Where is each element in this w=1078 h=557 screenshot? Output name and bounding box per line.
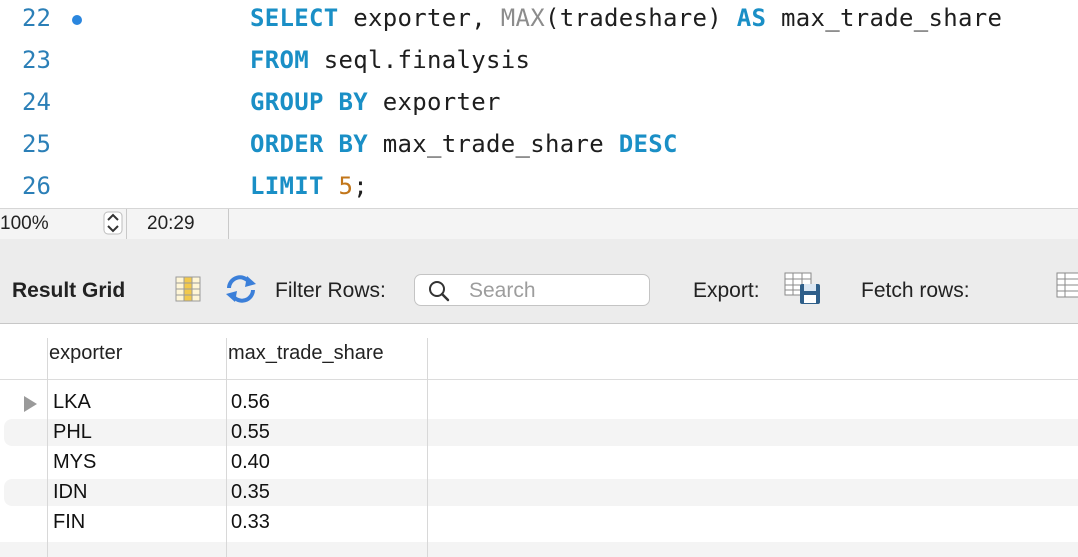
line-number: 26 xyxy=(22,172,51,200)
result-grid-tab[interactable]: Result Grid xyxy=(12,279,125,303)
line-number: 23 xyxy=(22,46,51,74)
column-divider[interactable] xyxy=(47,338,48,557)
table-row[interactable]: PHL 0.55 xyxy=(0,418,1078,448)
sql-number: 5 xyxy=(338,172,354,200)
new-row-placeholder[interactable] xyxy=(0,542,1078,557)
code-line[interactable]: 25 ORDER BY max_trade_share DESC xyxy=(0,126,1078,168)
column-divider[interactable] xyxy=(226,338,227,557)
refresh-icon[interactable] xyxy=(223,274,259,304)
sql-keyword: DESC xyxy=(618,130,678,158)
editor-status-bar: 100% 20:29 xyxy=(0,208,1078,240)
sql-text: ; xyxy=(353,172,368,200)
sql-text: exporter, xyxy=(338,4,501,32)
sql-keyword: ORDER BY xyxy=(250,130,368,158)
cell-exporter[interactable]: IDN xyxy=(53,481,87,504)
status-divider xyxy=(126,209,127,239)
current-row-arrow-icon xyxy=(24,396,37,412)
export-icon[interactable] xyxy=(784,272,822,306)
sql-keyword: GROUP BY xyxy=(250,88,368,116)
table-row[interactable]: LKA 0.56 xyxy=(0,388,1078,418)
zoom-stepper-icon[interactable] xyxy=(103,211,123,235)
filter-rows-label: Filter Rows: xyxy=(275,279,386,302)
column-divider[interactable] xyxy=(427,338,428,557)
breakpoint-dot-icon[interactable] xyxy=(72,15,82,25)
cell-max-trade-share[interactable]: 0.55 xyxy=(231,421,270,444)
cell-exporter[interactable]: FIN xyxy=(53,511,85,534)
table-row[interactable]: MYS 0.40 xyxy=(0,448,1078,478)
code-line[interactable]: 23 FROM seql.finalysis xyxy=(0,42,1078,84)
sql-text: exporter xyxy=(368,88,501,116)
code-line[interactable]: 26 LIMIT 5; xyxy=(0,168,1078,210)
code-line[interactable]: 24 GROUP BY exporter xyxy=(0,84,1078,126)
sql-keyword: AS xyxy=(736,4,767,32)
grid-layout-icon[interactable] xyxy=(174,275,202,303)
filter-search-input[interactable] xyxy=(467,278,647,304)
row-stripe xyxy=(4,419,1078,446)
code-line[interactable]: 22 SELECT exporter, MAX(tradeshare) AS m… xyxy=(0,0,1078,42)
filter-search-box[interactable] xyxy=(414,274,650,306)
sql-keyword: SELECT xyxy=(250,4,339,32)
cell-max-trade-share[interactable]: 0.33 xyxy=(231,511,270,534)
cell-max-trade-share[interactable]: 0.35 xyxy=(231,481,270,504)
sql-text: seql.finalysis xyxy=(309,46,531,74)
result-grid[interactable]: exporter max_trade_share LKA 0.56 PHL 0.… xyxy=(0,324,1078,557)
cell-max-trade-share[interactable]: 0.56 xyxy=(231,391,270,414)
sql-text: max_trade_share xyxy=(766,4,1003,32)
sql-keyword: LIMIT xyxy=(250,172,324,200)
code-text: FROM seql.finalysis xyxy=(250,46,530,74)
column-header-max-trade-share[interactable]: max_trade_share xyxy=(228,342,384,365)
table-row[interactable]: IDN 0.35 xyxy=(0,478,1078,508)
fetch-rows-icon[interactable] xyxy=(1056,272,1078,300)
cell-max-trade-share[interactable]: 0.40 xyxy=(231,451,270,474)
export-label: Export: xyxy=(693,279,760,302)
sql-text: (tradeshare) xyxy=(545,4,737,32)
code-text: GROUP BY exporter xyxy=(250,88,501,116)
sql-editor[interactable]: 22 SELECT exporter, MAX(tradeshare) AS m… xyxy=(0,0,1078,208)
column-header-exporter[interactable]: exporter xyxy=(49,342,122,365)
sql-text: max_trade_share xyxy=(368,130,619,158)
search-icon xyxy=(429,281,450,302)
zoom-level[interactable]: 100% xyxy=(0,213,49,235)
row-stripe xyxy=(4,479,1078,506)
table-row[interactable]: FIN 0.33 xyxy=(0,508,1078,538)
line-number: 25 xyxy=(22,130,51,158)
sql-function: MAX xyxy=(500,4,545,32)
cell-exporter[interactable]: LKA xyxy=(53,391,91,414)
cell-exporter[interactable]: MYS xyxy=(53,451,96,474)
sql-keyword: FROM xyxy=(250,46,309,74)
cell-exporter[interactable]: PHL xyxy=(53,421,92,444)
grid-header: exporter max_trade_share xyxy=(0,324,1078,380)
fetch-rows-label: Fetch rows: xyxy=(861,279,970,302)
result-toolbar: Result Grid Filter Rows: Export: Fetch r… xyxy=(0,239,1078,324)
status-divider xyxy=(228,209,229,239)
code-text: ORDER BY max_trade_share DESC xyxy=(250,130,678,158)
line-number: 24 xyxy=(22,88,51,116)
line-number: 22 xyxy=(22,4,51,32)
code-text: SELECT exporter, MAX(tradeshare) AS max_… xyxy=(250,4,1002,32)
cursor-position: 20:29 xyxy=(147,213,195,234)
code-text: LIMIT 5; xyxy=(250,172,368,200)
